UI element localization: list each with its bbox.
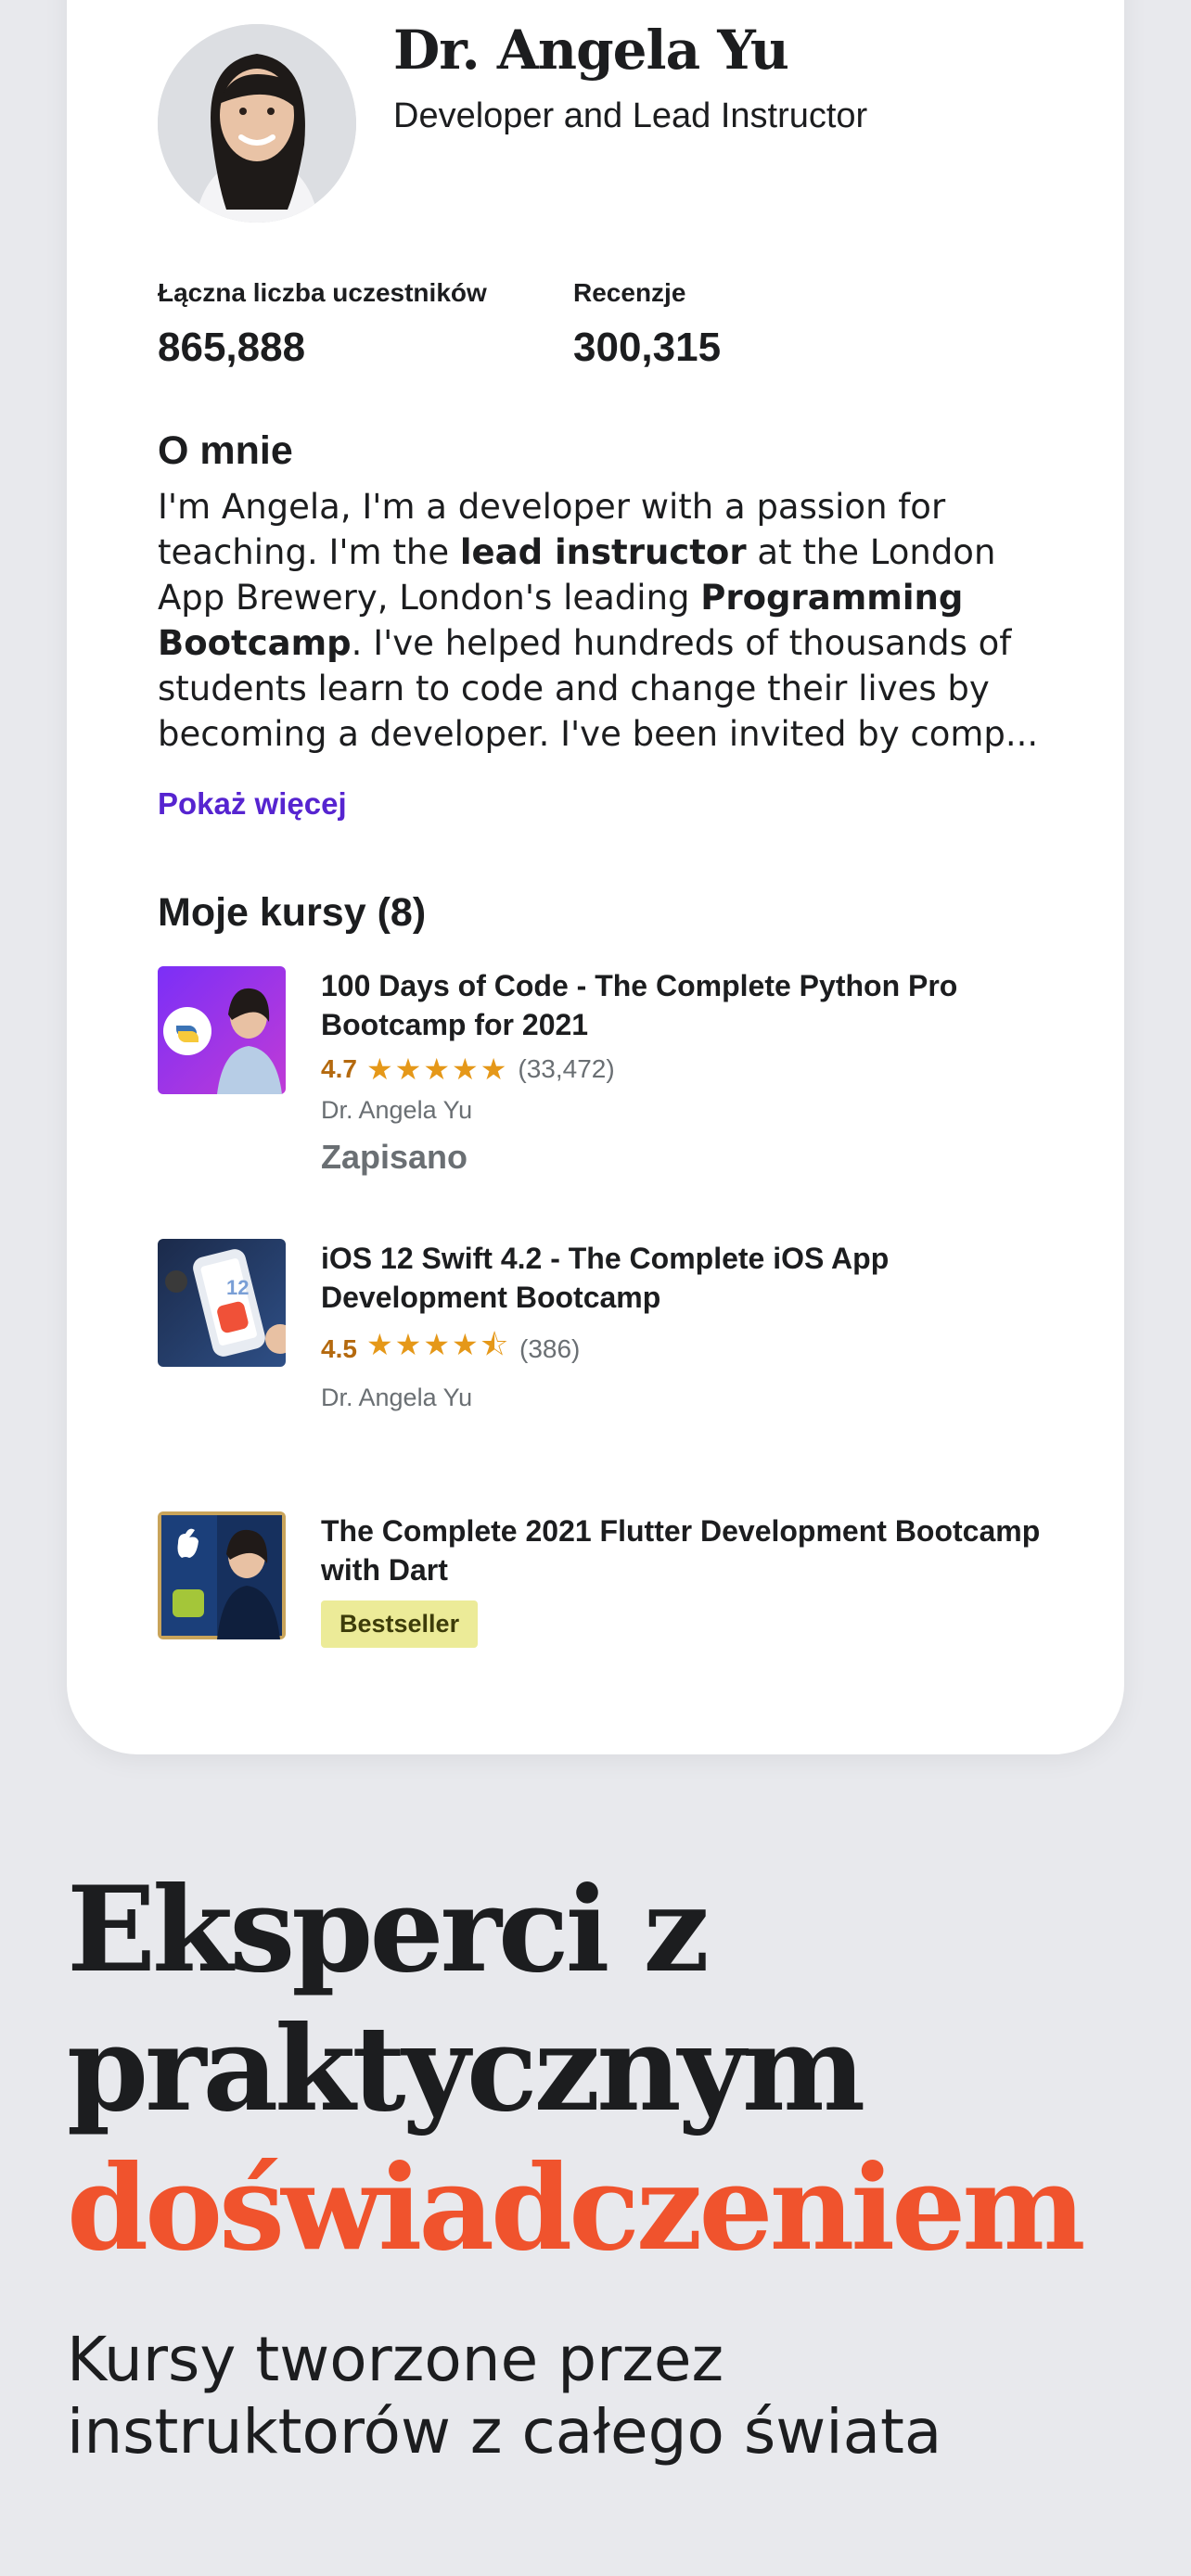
ios-course-thumbnail: 12 [158,1239,286,1367]
rating-number: 4.7 [321,1054,357,1083]
course-title: iOS 12 Swift 4.2 - The Complete iOS App … [321,1242,890,1314]
course-info: 100 Days of Code - The Complete Python P… [321,966,1048,1177]
about-heading: O mnie [158,428,293,473]
star-icon: ★★★★⯪ [365,1328,510,1361]
course-author: Dr. Angela Yu [321,1384,473,1411]
review-count: (386) [519,1334,581,1363]
promo-headline-accent: doświadczeniem [67,2139,1086,2276]
stat-label: Łączna liczba uczestników [158,278,487,307]
stat-value: 300,315 [573,325,722,370]
promo-headline-line: Eksperci z [67,1861,710,1998]
instructor-name: Dr. Angela Yu [393,19,789,82]
course-rating: 4.5 ★★★★⯪ (386) [321,1324,1048,1374]
promo-headline-line: praktycznym [67,2000,865,2137]
promo-headline: Eksperci z praktycznym doświadczeniem [67,1860,1086,2277]
course-info: iOS 12 Swift 4.2 - The Complete iOS App … [321,1239,1048,1412]
about-text: I'm Angela, I'm a developer with a passi… [158,484,1048,757]
review-count: (33,472) [518,1054,615,1083]
python-course-thumbnail [158,966,286,1094]
flutter-thumbnail-image [158,1511,286,1639]
avatar-image [158,24,356,223]
promo-subtitle: Kursy tworzone przez instruktorów z całe… [67,2324,942,2468]
bestseller-badge: Bestseller [321,1600,479,1648]
about-text-bold: lead instructor [459,532,747,572]
enrolled-status: Zapisano [321,1138,468,1176]
instructor-card: Dr. Angela Yu Developer and Lead Instruc… [67,0,1124,1754]
course-author: Dr. Angela Yu [321,1096,473,1124]
course-title: 100 Days of Code - The Complete Python P… [321,969,958,1041]
instructor-headline: Developer and Lead Instructor [393,96,868,135]
course-title: The Complete 2021 Flutter Development Bo… [321,1514,1041,1587]
python-thumbnail-image [158,966,286,1094]
stat-label: Recenzje [573,278,686,307]
flutter-course-thumbnail [158,1511,286,1639]
instructor-avatar [158,24,356,223]
courses-heading: Moje kursy (8) [158,890,427,935]
stat-total-students: Łączna liczba uczestników 865,888 [158,278,487,371]
show-more-link[interactable]: Pokaż więcej [158,786,347,822]
course-info: The Complete 2021 Flutter Development Bo… [321,1511,1048,1648]
ios-thumbnail-image: 12 [158,1239,286,1367]
svg-text:12: 12 [226,1276,249,1299]
course-rating: 4.7 ★★★★★ (33,472) [321,1052,1048,1087]
star-icon: ★★★★★ [365,1052,509,1086]
stat-value: 865,888 [158,325,306,370]
rating-number: 4.5 [321,1334,357,1363]
stat-reviews: Recenzje 300,315 [573,278,721,371]
